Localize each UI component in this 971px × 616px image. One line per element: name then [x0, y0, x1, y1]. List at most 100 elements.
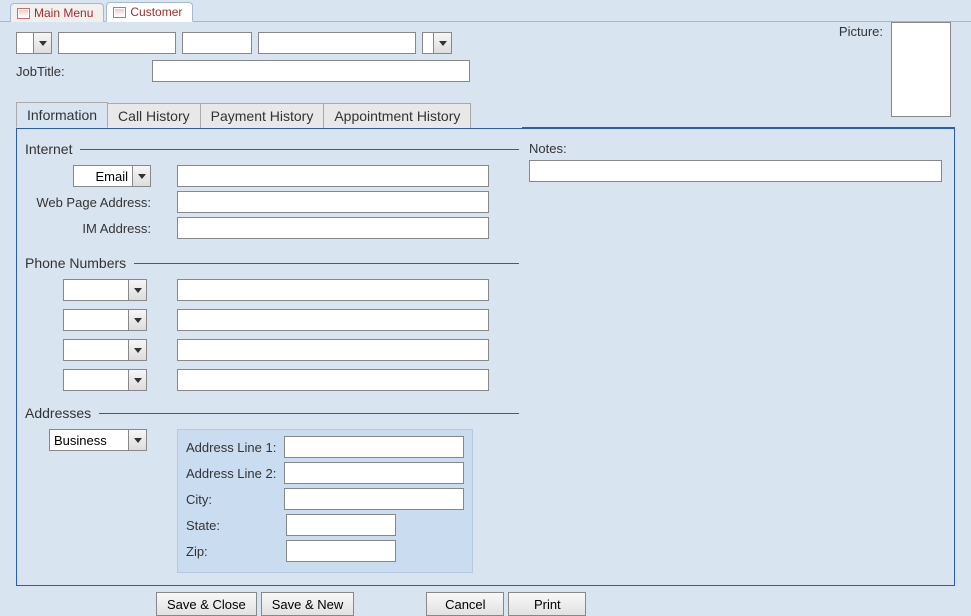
phone-type-combo-2[interactable] — [63, 309, 147, 331]
picture-label: Picture: — [839, 22, 883, 39]
notes-label: Notes: — [529, 141, 942, 156]
tab-information[interactable]: Information — [16, 102, 108, 128]
action-button-row: Save & Close Save & New Cancel Print — [156, 592, 955, 616]
phone-type-input-3[interactable] — [63, 339, 129, 361]
suffix-combo[interactable] — [422, 32, 452, 54]
prefix-dropdown-button[interactable] — [34, 32, 52, 54]
information-page: Internet Web Page Address: — [16, 128, 955, 586]
phone-type-combo-1[interactable] — [63, 279, 147, 301]
addr-zip-input[interactable] — [286, 540, 396, 562]
tab-customer[interactable]: Customer — [106, 2, 193, 22]
picture-box[interactable] — [891, 22, 951, 117]
sub-tab-bar: Information Call History Payment History… — [16, 102, 955, 128]
address-type-dropdown-button[interactable] — [129, 429, 147, 451]
suffix-input[interactable] — [422, 32, 434, 54]
tab-main-menu[interactable]: Main Menu — [10, 3, 104, 22]
addresses-group-header: Addresses — [25, 405, 519, 421]
phone-type-dropdown-3[interactable] — [129, 339, 147, 361]
tab-call-history[interactable]: Call History — [107, 103, 201, 128]
addr-zip-row: Zip: — [186, 540, 464, 562]
addr-line1-row: Address Line 1: — [186, 436, 464, 458]
tab-appointment-history[interactable]: Appointment History — [323, 103, 471, 128]
addr-city-label: City: — [186, 492, 284, 507]
im-input[interactable] — [177, 217, 489, 239]
email-row — [29, 165, 519, 187]
address-type-combo[interactable] — [49, 429, 147, 451]
right-column: Notes: — [529, 141, 942, 573]
divider-line — [134, 263, 519, 264]
middle-name-input[interactable] — [182, 32, 252, 54]
phone-number-input-3[interactable] — [177, 339, 489, 361]
phone-type-input-4[interactable] — [63, 369, 129, 391]
email-type-input[interactable] — [73, 165, 133, 187]
notes-input[interactable] — [529, 160, 942, 182]
im-row: IM Address: — [29, 217, 519, 239]
address-panel: Address Line 1: Address Line 2: City: — [177, 429, 473, 573]
web-input[interactable] — [177, 191, 489, 213]
addr-line2-input[interactable] — [284, 462, 464, 484]
phone-type-dropdown-4[interactable] — [129, 369, 147, 391]
phone-row-1 — [29, 279, 519, 301]
addr-state-label: State: — [186, 518, 286, 533]
email-type-dropdown-button[interactable] — [133, 165, 151, 187]
cancel-button[interactable]: Cancel — [426, 592, 504, 616]
phone-type-input-2[interactable] — [63, 309, 129, 331]
phone-type-input-1[interactable] — [63, 279, 129, 301]
prefix-combo[interactable] — [16, 32, 52, 54]
jobtitle-input[interactable] — [152, 60, 470, 82]
last-name-input[interactable] — [258, 32, 416, 54]
left-column: Internet Web Page Address: — [29, 141, 519, 573]
addr-line2-row: Address Line 2: — [186, 462, 464, 484]
suffix-dropdown-button[interactable] — [434, 32, 452, 54]
address-type-input[interactable] — [49, 429, 129, 451]
chevron-down-icon — [134, 318, 142, 323]
email-input[interactable] — [177, 165, 489, 187]
phone-row-3 — [29, 339, 519, 361]
phone-type-dropdown-2[interactable] — [129, 309, 147, 331]
addr-state-row: State: — [186, 514, 464, 536]
phone-row-4 — [29, 369, 519, 391]
jobtitle-label: JobTitle: — [16, 64, 66, 79]
im-label: IM Address: — [29, 221, 157, 236]
jobtitle-row: JobTitle: — [16, 60, 955, 82]
form-icon — [17, 8, 30, 19]
internet-group-header: Internet — [25, 141, 519, 157]
internet-group-label: Internet — [25, 141, 72, 157]
first-name-input[interactable] — [58, 32, 176, 54]
addr-state-input[interactable] — [286, 514, 396, 536]
tab-customer-label: Customer — [130, 5, 182, 19]
addresses-group-label: Addresses — [25, 405, 91, 421]
chevron-down-icon — [39, 41, 47, 46]
divider-line — [80, 149, 519, 150]
save-new-button[interactable]: Save & New — [261, 592, 355, 616]
tab-main-menu-label: Main Menu — [34, 6, 93, 20]
phone-type-combo-3[interactable] — [63, 339, 147, 361]
addr-city-row: City: — [186, 488, 464, 510]
phone-number-input-1[interactable] — [177, 279, 489, 301]
sub-tab-control: Information Call History Payment History… — [16, 102, 955, 586]
print-button[interactable]: Print — [508, 592, 586, 616]
phone-number-input-2[interactable] — [177, 309, 489, 331]
phone-type-dropdown-1[interactable] — [129, 279, 147, 301]
tab-payment-history[interactable]: Payment History — [200, 103, 325, 128]
phone-number-input-4[interactable] — [177, 369, 489, 391]
phone-group-label: Phone Numbers — [25, 255, 126, 271]
addr-line1-input[interactable] — [284, 436, 464, 458]
chevron-down-icon — [134, 348, 142, 353]
picture-block: Picture: — [839, 22, 951, 117]
phone-type-combo-4[interactable] — [63, 369, 147, 391]
phone-group-header: Phone Numbers — [25, 255, 519, 271]
web-label: Web Page Address: — [29, 195, 157, 210]
phone-row-2 — [29, 309, 519, 331]
save-close-button[interactable]: Save & Close — [156, 592, 257, 616]
customer-form: Picture: JobTitle: Information Call Hist… — [0, 22, 971, 571]
chevron-down-icon — [439, 41, 447, 46]
prefix-input[interactable] — [16, 32, 34, 54]
addr-line1-label: Address Line 1: — [186, 440, 284, 455]
email-type-combo[interactable] — [73, 165, 151, 187]
divider-line — [99, 413, 519, 414]
addr-city-input[interactable] — [284, 488, 464, 510]
button-gap — [358, 592, 422, 616]
addr-line2-label: Address Line 2: — [186, 466, 284, 481]
chevron-down-icon — [138, 174, 146, 179]
